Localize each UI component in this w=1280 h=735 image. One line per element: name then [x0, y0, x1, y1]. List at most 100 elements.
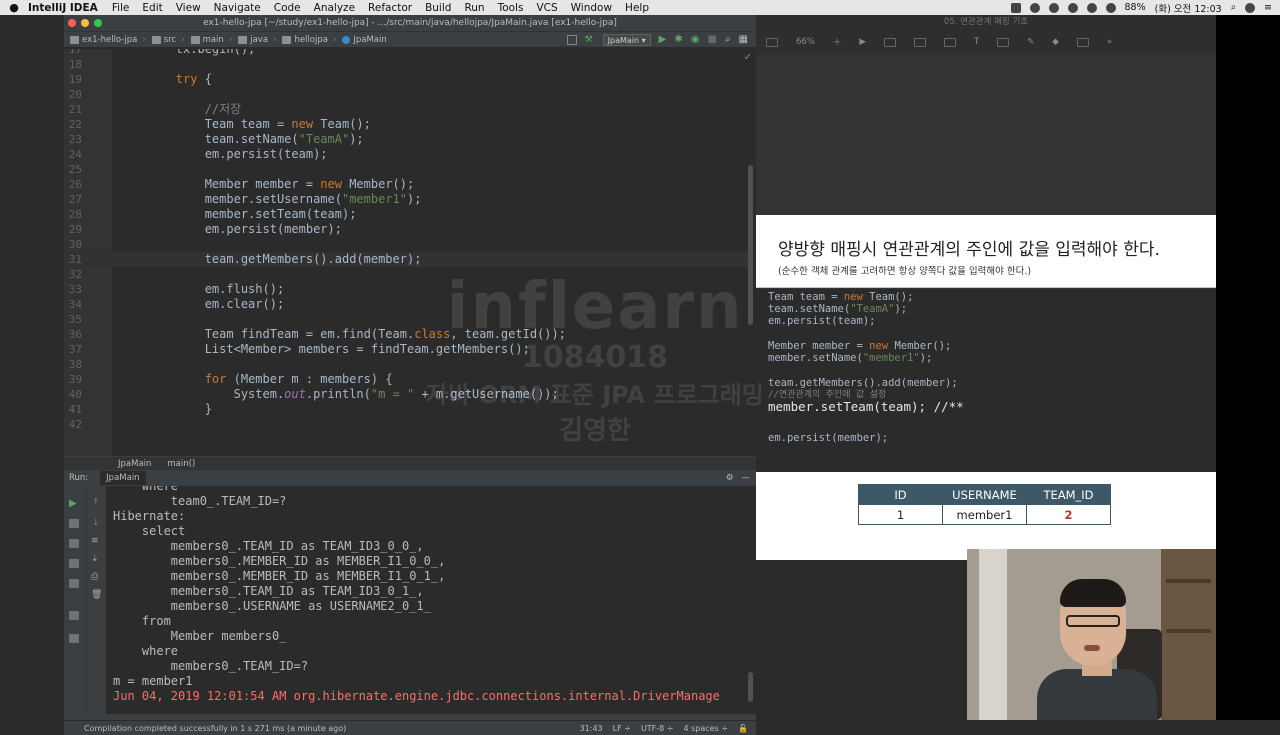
menu-view[interactable]: View — [176, 2, 201, 14]
line-separator[interactable]: LF ÷ — [613, 724, 631, 733]
menu-navigate[interactable]: Navigate — [214, 2, 261, 14]
scroll-down-icon[interactable]: ↓ — [92, 518, 100, 528]
tray-cloud-icon[interactable] — [1067, 2, 1078, 13]
tray-alfred-icon[interactable] — [1048, 2, 1059, 13]
chart-icon[interactable] — [943, 37, 956, 47]
lock-icon[interactable]: 🔓 — [738, 724, 748, 733]
debug-icon[interactable]: ✱ — [674, 34, 682, 45]
menu-window[interactable]: Window — [571, 2, 612, 14]
menu-build[interactable]: Build — [425, 2, 451, 14]
status-message[interactable]: Compilation completed successfully in 1 … — [84, 724, 346, 733]
text-icon[interactable]: T — [974, 37, 979, 47]
code-line[interactable]: 24 em.persist(team); — [64, 147, 748, 162]
menu-analyze[interactable]: Analyze — [314, 2, 355, 14]
menu-code[interactable]: Code — [274, 2, 301, 14]
run-configuration-select[interactable]: JpaMain ▾ — [602, 33, 651, 46]
menu-help[interactable]: Help — [625, 2, 649, 14]
caret-position[interactable]: 31:43 — [580, 724, 603, 733]
ide-settings-icon[interactable]: ▦ — [739, 34, 748, 45]
code-line[interactable]: 21 //저장 — [64, 102, 748, 117]
table-icon[interactable] — [913, 37, 926, 47]
comment-icon[interactable]: ◆ — [1052, 37, 1059, 47]
play-icon[interactable]: ▶ — [859, 37, 866, 47]
exit-icon[interactable] — [69, 579, 79, 588]
breadcrumb-method[interactable]: main() — [167, 459, 195, 469]
stop-run-icon[interactable] — [69, 519, 79, 528]
code-line[interactable]: 20 — [64, 87, 748, 102]
battery-percent[interactable]: 88% — [1125, 2, 1146, 13]
run-tab-jpamain[interactable]: JpaMain — [100, 471, 146, 485]
view-icon[interactable] — [766, 37, 778, 47]
project-structure-icon[interactable] — [566, 34, 577, 45]
run-icon[interactable]: ▶ — [659, 34, 667, 45]
notification-center-icon[interactable]: ≡ — [1264, 2, 1272, 13]
minimize-window-button[interactable] — [81, 19, 89, 27]
search-icon[interactable]: ⌕ — [1231, 2, 1236, 13]
code-line[interactable]: 22 Team team = new Team(); — [64, 117, 748, 132]
menu-vcs[interactable]: VCS — [536, 2, 557, 14]
menu-run[interactable]: Run — [464, 2, 484, 14]
file-encoding[interactable]: UTF-8 ÷ — [641, 724, 674, 733]
rerun-icon[interactable]: ▶ — [69, 498, 77, 509]
shape-icon[interactable] — [997, 37, 1010, 47]
code-line[interactable]: 19 try { — [64, 72, 748, 87]
tray-app-icon[interactable] — [1010, 2, 1021, 13]
code-line[interactable]: 40 System.out.println("m = " + m.getUser… — [64, 387, 748, 402]
build-hammer-icon[interactable]: ⚒ — [585, 35, 595, 45]
menu-file[interactable]: File — [112, 2, 130, 14]
search-everywhere-icon[interactable]: ⌕ — [725, 34, 731, 45]
editor-scrollbar[interactable] — [748, 165, 753, 325]
collaborate-icon[interactable] — [1076, 37, 1089, 47]
coverage-icon[interactable]: ◉ — [691, 34, 700, 45]
code-line[interactable]: 35 — [64, 312, 748, 327]
console-scrollbar[interactable] — [748, 672, 753, 702]
code-line[interactable]: 38 — [64, 357, 748, 372]
menubar-clock[interactable]: (화) 오전 12:03 — [1155, 1, 1222, 15]
keynote-live-icon[interactable] — [883, 37, 896, 47]
code-line[interactable]: 34 em.clear(); — [64, 297, 748, 312]
pause-icon[interactable] — [69, 539, 79, 548]
code-line[interactable]: 39 for (Member m : members) { — [64, 372, 748, 387]
indent-setting[interactable]: 4 spaces ÷ — [684, 724, 729, 733]
nav-java[interactable]: java › — [238, 35, 276, 45]
print-icon[interactable]: ⎙ — [91, 572, 98, 582]
code-line[interactable]: 27 member.setUsername("member1"); — [64, 192, 748, 207]
zoom-window-button[interactable] — [94, 19, 102, 27]
code-line[interactable]: 25 — [64, 162, 748, 177]
code-line[interactable]: 17 tx.begin(); — [64, 49, 748, 57]
menu-tools[interactable]: Tools — [498, 2, 524, 14]
close-window-button[interactable] — [68, 19, 76, 27]
code-line[interactable]: 31 team.getMembers().add(member); — [64, 252, 748, 267]
nav-src[interactable]: src › — [151, 35, 185, 45]
code-line[interactable]: 28 member.setTeam(team); — [64, 207, 748, 222]
pin-icon[interactable] — [69, 634, 79, 643]
nav-package[interactable]: hellojpa › — [282, 35, 336, 45]
breadcrumb-class[interactable]: JpaMain — [118, 459, 151, 469]
code-line[interactable]: 37 List<Member> members = findTeam.getMe… — [64, 342, 748, 357]
code-line[interactable]: 26 Member member = new Member(); — [64, 177, 748, 192]
tray-sync-icon[interactable] — [1029, 2, 1040, 13]
scroll-to-end-icon[interactable]: ⇣ — [91, 554, 99, 564]
menu-edit[interactable]: Edit — [142, 2, 162, 14]
menu-refactor[interactable]: Refactor — [368, 2, 412, 14]
camera-icon[interactable] — [69, 559, 79, 568]
add-slide-icon[interactable]: ＋ — [833, 36, 842, 48]
nav-project[interactable]: ex1-hello-jpa › — [70, 35, 146, 45]
siri-icon[interactable] — [1245, 2, 1256, 13]
zoom-select[interactable]: 66% — [796, 37, 815, 47]
stop-icon[interactable]: ■ — [707, 34, 716, 45]
code-editor[interactable]: ✓ 17 tx.begin(); 18 19 try {20 21 //저장 22 Te… — [64, 49, 756, 456]
app-menu[interactable]: IntelliJ IDEA — [28, 2, 98, 14]
code-line[interactable]: 23 team.setName("TeamA"); — [64, 132, 748, 147]
code-line[interactable]: 41 } — [64, 402, 748, 417]
wifi-icon[interactable] — [1105, 2, 1116, 13]
code-line[interactable]: 32 — [64, 267, 748, 282]
media-icon[interactable]: ✎ — [1027, 37, 1034, 47]
apple-menu-icon[interactable]: ● — [0, 1, 28, 14]
bluetooth-icon[interactable] — [1086, 2, 1097, 13]
hide-panel-icon[interactable]: — — [742, 473, 751, 483]
gear-icon[interactable]: ⚙ — [726, 473, 734, 483]
code-line[interactable]: 29 em.persist(member); — [64, 222, 748, 237]
code-line[interactable]: 42 — [64, 417, 748, 432]
nav-main[interactable]: main › — [190, 35, 232, 45]
